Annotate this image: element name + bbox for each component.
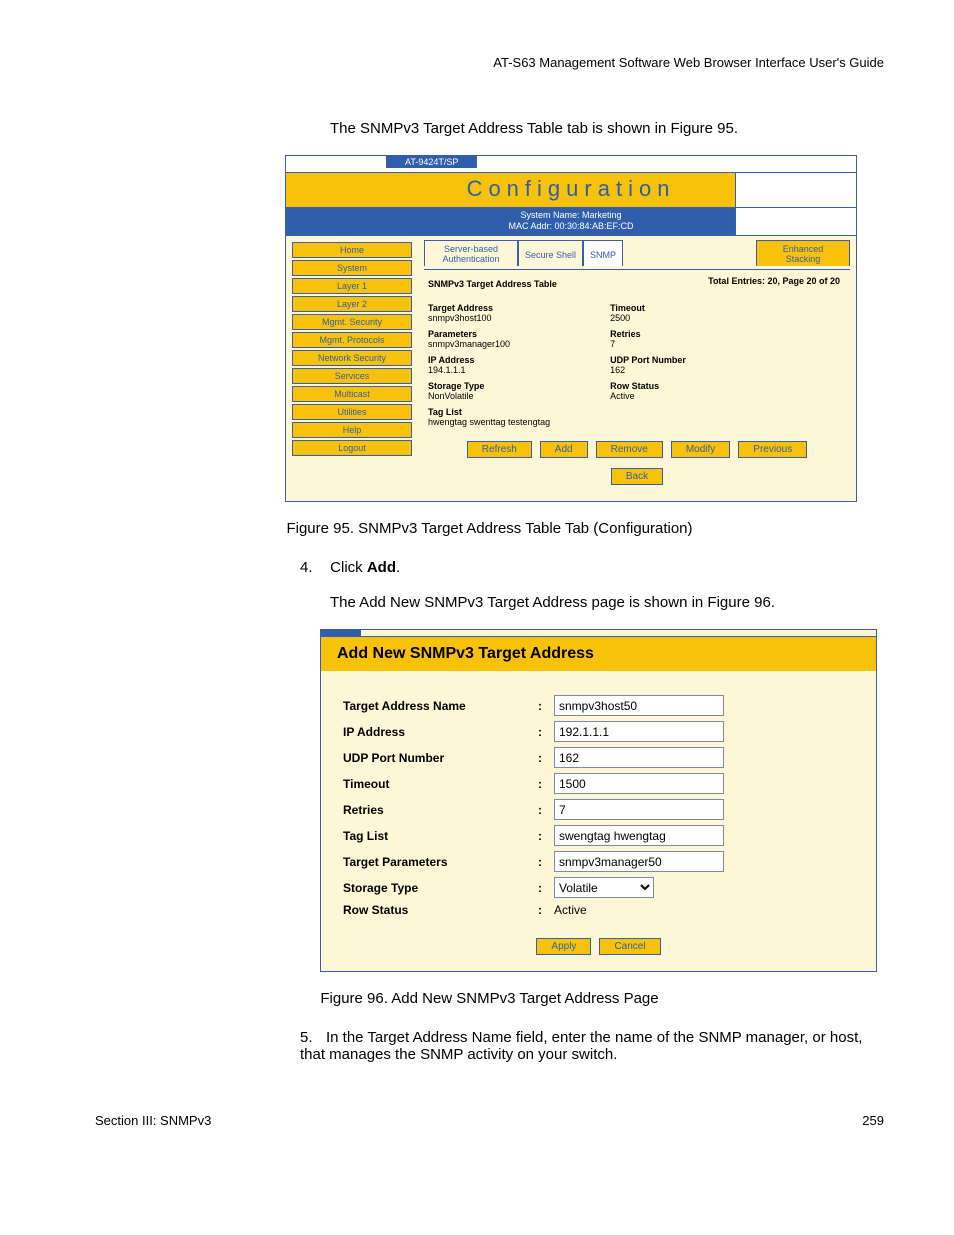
tab-server-auth-l1: Server-based — [431, 244, 511, 254]
step-4: 4. Click Add. — [300, 559, 884, 576]
sidebar-item-system[interactable]: System — [292, 260, 412, 276]
sidebar-item-services[interactable]: Services — [292, 368, 412, 384]
header-guide: AT-S63 Management Software Web Browser I… — [95, 55, 884, 70]
kv-key: IP Address — [428, 355, 550, 365]
form-label: Timeout — [343, 777, 538, 791]
config-banner: Configuration — [286, 172, 856, 208]
form-label: Storage Type — [343, 881, 538, 895]
figure-96-caption: Figure 96. Add New SNMPv3 Target Address… — [95, 990, 884, 1007]
refresh-button[interactable]: Refresh — [467, 441, 532, 458]
kv-value: hwengtag swenttag testengtag — [428, 417, 550, 427]
colon: : — [538, 699, 554, 713]
sidebar-item-mgmt-security[interactable]: Mgmt. Security — [292, 314, 412, 330]
sidebar-item-home[interactable]: Home — [292, 242, 412, 258]
colon: : — [538, 725, 554, 739]
step-4-follow: The Add New SNMPv3 Target Address page i… — [330, 594, 884, 611]
footer-section: Section III: SNMPv3 — [95, 1113, 211, 1128]
footer-page-number: 259 — [862, 1113, 884, 1128]
kv-key: Tag List — [428, 407, 550, 417]
entries-count: Total Entries: 20, Page 20 of 20 — [708, 276, 840, 286]
colon: : — [538, 881, 554, 895]
storage-type-select[interactable]: Volatile — [554, 877, 654, 898]
kv-key: Parameters — [428, 329, 550, 339]
step-4-text-a: Click — [330, 559, 367, 576]
tab-server-auth[interactable]: Server-based Authentication — [424, 240, 518, 266]
kv-key: Target Address — [428, 303, 550, 313]
kv-value: snmpv3host100 — [428, 313, 550, 323]
form-label: IP Address — [343, 725, 538, 739]
sidebar-item-logout[interactable]: Logout — [292, 440, 412, 456]
banner-gap — [735, 173, 856, 207]
tab-snmp[interactable]: SNMP — [583, 240, 623, 266]
sidebar-item-mgmt-protocols[interactable]: Mgmt. Protocols — [292, 332, 412, 348]
previous-button[interactable]: Previous — [738, 441, 807, 458]
form-label: Retries — [343, 803, 538, 817]
sidebar: Home System Layer 1 Layer 2 Mgmt. Security Mg… — [286, 236, 418, 501]
step-4-num: 4. — [300, 559, 326, 576]
sidebar-item-multicast[interactable]: Multicast — [292, 386, 412, 402]
tab-enh-l2: Stacking — [763, 254, 843, 264]
sidebar-item-utilities[interactable]: Utilities — [292, 404, 412, 420]
step-5: 5.In the Target Address Name field, ente… — [300, 1029, 884, 1063]
apply-button[interactable]: Apply — [536, 938, 591, 955]
sidebar-item-layer-2[interactable]: Layer 2 — [292, 296, 412, 312]
timeout-input[interactable] — [554, 773, 724, 794]
colon: : — [538, 803, 554, 817]
form-label: Tag List — [343, 829, 538, 843]
kv-value: 162 — [610, 365, 686, 375]
tab-enhanced-stacking[interactable]: Enhanced Stacking — [756, 240, 850, 266]
system-info-strip: System Name: Marketing MAC Addr: 00:30:8… — [286, 208, 856, 236]
strip-gap — [735, 208, 856, 235]
step-5-text: In the Target Address Name field, enter … — [300, 1029, 862, 1063]
kv-value: 7 — [610, 339, 686, 349]
sidebar-item-network-security[interactable]: Network Security — [292, 350, 412, 366]
add-button[interactable]: Add — [540, 441, 588, 458]
kv-key: UDP Port Number — [610, 355, 686, 365]
kv-key: Timeout — [610, 303, 686, 313]
figure-95: AT-9424T/SP Configuration System Name: M… — [285, 155, 857, 502]
form-label: Target Address Name — [343, 699, 538, 713]
retries-input[interactable] — [554, 799, 724, 820]
kv-value: Active — [610, 391, 686, 401]
tab-enh-l1: Enhanced — [763, 244, 843, 254]
target-address-name-input[interactable] — [554, 695, 724, 716]
sidebar-item-layer-1[interactable]: Layer 1 — [292, 278, 412, 294]
figure-96: Add New SNMPv3 Target Address Target Add… — [320, 629, 877, 972]
remove-button[interactable]: Remove — [596, 441, 663, 458]
kv-key: Retries — [610, 329, 686, 339]
ip-address-input[interactable] — [554, 721, 724, 742]
kv-value: NonVolatile — [428, 391, 550, 401]
cancel-button[interactable]: Cancel — [599, 938, 660, 955]
tag-list-input[interactable] — [554, 825, 724, 846]
figure-95-caption: Figure 95. SNMPv3 Target Address Table T… — [95, 520, 884, 537]
step-4-text-c: . — [396, 559, 400, 576]
config-banner-text: Configuration — [467, 176, 676, 201]
colon: : — [538, 829, 554, 843]
target-parameters-input[interactable] — [554, 851, 724, 872]
kv-value: 194.1.1.1 — [428, 365, 550, 375]
kv-key: Storage Type — [428, 381, 550, 391]
colon: : — [538, 903, 554, 917]
tab-secure-shell[interactable]: Secure Shell — [518, 240, 583, 266]
intro-text: The SNMPv3 Target Address Table tab is s… — [330, 120, 884, 137]
kv-value: 2500 — [610, 313, 686, 323]
sidebar-item-help[interactable]: Help — [292, 422, 412, 438]
back-button[interactable]: Back — [611, 468, 663, 485]
colon: : — [538, 751, 554, 765]
colon: : — [538, 777, 554, 791]
device-model-tab: AT-9424T/SP — [386, 155, 477, 168]
form-label: Target Parameters — [343, 855, 538, 869]
form-label: UDP Port Number — [343, 751, 538, 765]
form-label: Row Status — [343, 903, 538, 917]
udp-port-number-input[interactable] — [554, 747, 724, 768]
colon: : — [538, 855, 554, 869]
row-status-value: Active — [554, 903, 587, 917]
fig96-title: Add New SNMPv3 Target Address — [321, 636, 876, 671]
step-4-text-b: Add — [367, 559, 396, 576]
tab-server-auth-l2: Authentication — [431, 254, 511, 264]
kv-value: snmpv3manager100 — [428, 339, 550, 349]
modify-button[interactable]: Modify — [671, 441, 730, 458]
step-5-num: 5. — [300, 1029, 326, 1046]
kv-key: Row Status — [610, 381, 686, 391]
